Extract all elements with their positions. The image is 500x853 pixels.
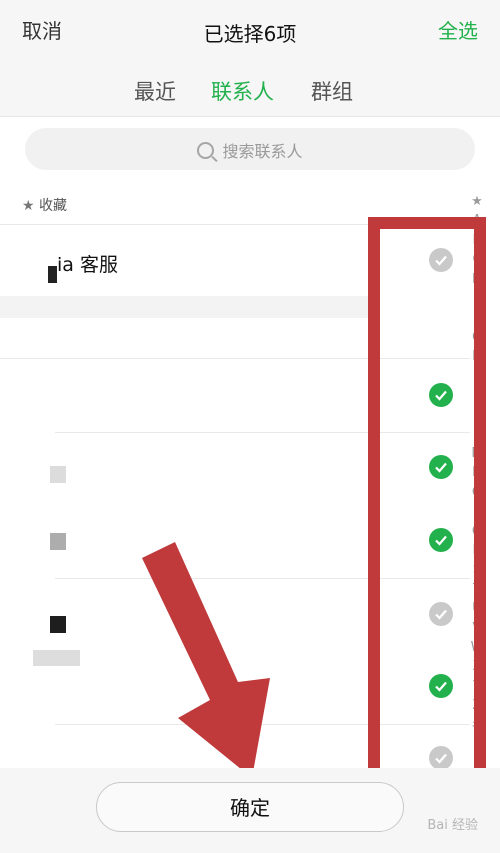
avatar <box>50 616 66 633</box>
select-all-button[interactable]: 全选 <box>438 15 478 44</box>
favorites-section-header: ★ 收藏 <box>22 195 67 215</box>
search-placeholder: 搜索联系人 <box>222 142 303 161</box>
star-icon: ★ <box>22 198 35 214</box>
tab-bar: 最近 联系人 群组 <box>0 76 500 106</box>
top-bar: 取消 已选择6项 全选 最近 联系人 群组 <box>0 0 500 117</box>
tab-groups[interactable]: 群组 <box>311 76 353 106</box>
annotation-highlight-box <box>368 217 486 792</box>
confirm-button[interactable]: 确定 <box>96 782 404 832</box>
page-title: 已选择6项 <box>203 22 297 46</box>
search-icon <box>197 142 215 159</box>
annotation-arrow-icon <box>142 542 270 778</box>
tab-recent[interactable]: 最近 <box>134 76 176 106</box>
avatar <box>50 466 66 483</box>
search-input[interactable]: 搜索联系人 <box>25 128 475 170</box>
row-separator-band <box>0 296 380 318</box>
avatar <box>50 533 66 550</box>
avatar <box>33 650 80 666</box>
watermark: Bai 经验 <box>427 818 478 833</box>
tab-contacts[interactable]: 联系人 <box>211 76 274 106</box>
index-letter[interactable]: ★ <box>470 192 484 211</box>
contact-name[interactable]: ia 客服 <box>57 250 118 277</box>
avatar <box>48 266 57 283</box>
section-label: 收藏 <box>39 198 68 214</box>
